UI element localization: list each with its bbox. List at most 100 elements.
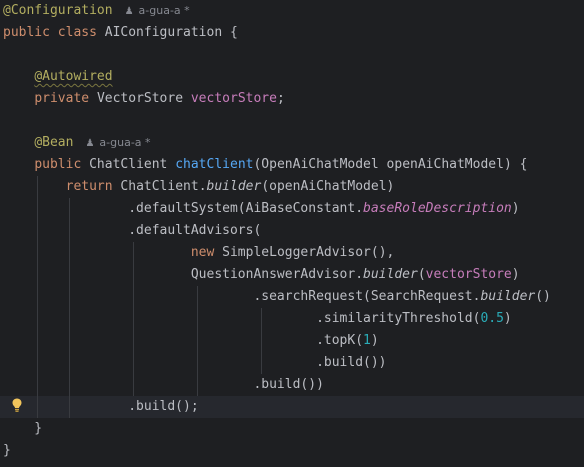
code-token: ) [511, 201, 520, 216]
code-line[interactable]: .defaultSystem(AiBaseConstant.baseRoleDe… [0, 198, 584, 220]
code-line[interactable]: new SimpleLoggerAdvisor(), [0, 242, 584, 264]
code-text: .build()) [3, 352, 387, 374]
code-text: .topK(1) [3, 330, 379, 352]
code-text: private VectorStore vectorStore; [3, 88, 285, 110]
code-line[interactable]: .build(); [0, 396, 584, 418]
code-line[interactable]: public class AIConfiguration { [0, 22, 584, 44]
person-icon: ♟ [124, 6, 134, 17]
code-token: .defaultSystem(AiBaseConstant. [3, 201, 364, 216]
author-name: a-gua-a * [138, 4, 190, 17]
code-token: .topK( [3, 333, 364, 348]
code-line[interactable]: @Autowired [0, 66, 584, 88]
code-text: @Bean ♟ a-gua-a * [3, 132, 150, 155]
code-token: return [65, 179, 121, 194]
code-token: } [3, 443, 11, 458]
code-text: } [3, 440, 11, 462]
code-token: AIConfiguration { [104, 25, 238, 40]
code-text: .build(); [3, 396, 199, 418]
indent-guide [133, 242, 134, 396]
code-token: new [190, 245, 223, 260]
indent-guide [37, 176, 38, 418]
code-text: .defaultSystem(AiBaseConstant.baseRoleDe… [3, 198, 520, 220]
code-token: VectorStore [96, 91, 191, 106]
code-token: .similarityThreshold( [3, 311, 481, 326]
code-line[interactable]: .topK(1) [0, 330, 584, 352]
code-line[interactable]: .searchRequest(SearchRequest.builder() [0, 286, 584, 308]
indent-guide [261, 308, 262, 374]
code-token: builder [206, 179, 262, 194]
code-token: baseRoleDescription [363, 201, 512, 216]
code-token: ; [276, 91, 285, 106]
code-text: public class AIConfiguration { [3, 22, 238, 44]
code-token: QuestionAnswerAdvisor. [3, 267, 364, 282]
code-token: (openAiChatModel) [261, 179, 395, 194]
code-line[interactable]: } [0, 440, 584, 462]
code-token: .build(); [3, 399, 199, 414]
code-token: .build()) [3, 355, 387, 370]
code-token: @Autowired [34, 69, 113, 84]
code-line[interactable]: QuestionAnswerAdvisor.builder(vectorStor… [0, 264, 584, 286]
code-text: return ChatClient.builder(openAiChatMode… [3, 176, 395, 198]
author-name: a-gua-a * [99, 136, 151, 149]
code-editor[interactable]: @Configuration ♟ a-gua-a * public class AIC… [0, 0, 584, 467]
code-line[interactable]: .build()) [0, 374, 584, 396]
code-token: public [34, 157, 90, 172]
code-text: .build()) [3, 374, 324, 396]
code-token: SimpleLoggerAdvisor(), [222, 245, 395, 260]
code-line[interactable]: .build()) [0, 352, 584, 374]
code-token: () [535, 289, 551, 304]
code-token: @Configuration [3, 3, 113, 18]
code-token: ChatClient [89, 157, 176, 172]
person-icon: ♟ [85, 138, 95, 149]
code-line[interactable]: @Bean ♟ a-gua-a * [0, 132, 584, 154]
code-token: ) [511, 267, 520, 282]
code-text: .similarityThreshold(0.5) [3, 308, 512, 330]
code-text: } [3, 418, 42, 440]
code-text: @Autowired [3, 66, 113, 88]
code-token: ) [370, 333, 379, 348]
lightbulb-icon[interactable] [10, 397, 24, 413]
code-token: ( [417, 267, 426, 282]
code-token: ChatClient. [120, 179, 207, 194]
code-line[interactable]: } [0, 418, 584, 440]
code-line[interactable]: private VectorStore vectorStore; [0, 88, 584, 110]
code-text: .defaultAdvisors( [3, 220, 261, 242]
code-token: 1 [363, 333, 371, 348]
code-line[interactable]: return ChatClient.builder(openAiChatMode… [0, 176, 584, 198]
code-token: builder [363, 267, 418, 282]
code-line[interactable] [0, 110, 584, 132]
author-hint[interactable]: ♟ a-gua-a * [85, 136, 150, 149]
code-token: vectorStore [190, 91, 277, 106]
code-line[interactable]: .defaultAdvisors( [0, 220, 584, 242]
indent-guide [69, 198, 70, 418]
code-token: } [3, 421, 43, 436]
code-line[interactable]: @Configuration ♟ a-gua-a * [0, 0, 584, 22]
code-token: @Bean [34, 135, 74, 150]
code-token: (OpenAiChatModel openAiChatModel) { [253, 157, 528, 172]
code-token: ) [503, 311, 512, 326]
code-line[interactable] [0, 44, 584, 66]
code-text: QuestionAnswerAdvisor.builder(vectorStor… [3, 264, 520, 286]
code-text: .searchRequest(SearchRequest.builder() [3, 286, 551, 308]
code-text: public ChatClient chatClient(OpenAiChatM… [3, 154, 527, 176]
code-token: builder [480, 289, 536, 304]
code-text: @Configuration ♟ a-gua-a * [3, 0, 190, 23]
indent-guide [197, 286, 198, 396]
code-token: .build()) [3, 377, 324, 392]
code-token: public class [3, 25, 105, 40]
code-token: .defaultAdvisors( [3, 223, 262, 238]
code-token: .searchRequest(SearchRequest. [3, 289, 481, 304]
code-line[interactable]: .similarityThreshold(0.5) [0, 308, 584, 330]
code-token: chatClient [175, 157, 254, 172]
code-token: private [34, 91, 97, 106]
code-text: new SimpleLoggerAdvisor(), [3, 242, 395, 264]
author-hint[interactable]: ♟ a-gua-a * [125, 4, 190, 17]
code-line[interactable]: public ChatClient chatClient(OpenAiChatM… [0, 154, 584, 176]
code-token: 0.5 [480, 311, 504, 326]
